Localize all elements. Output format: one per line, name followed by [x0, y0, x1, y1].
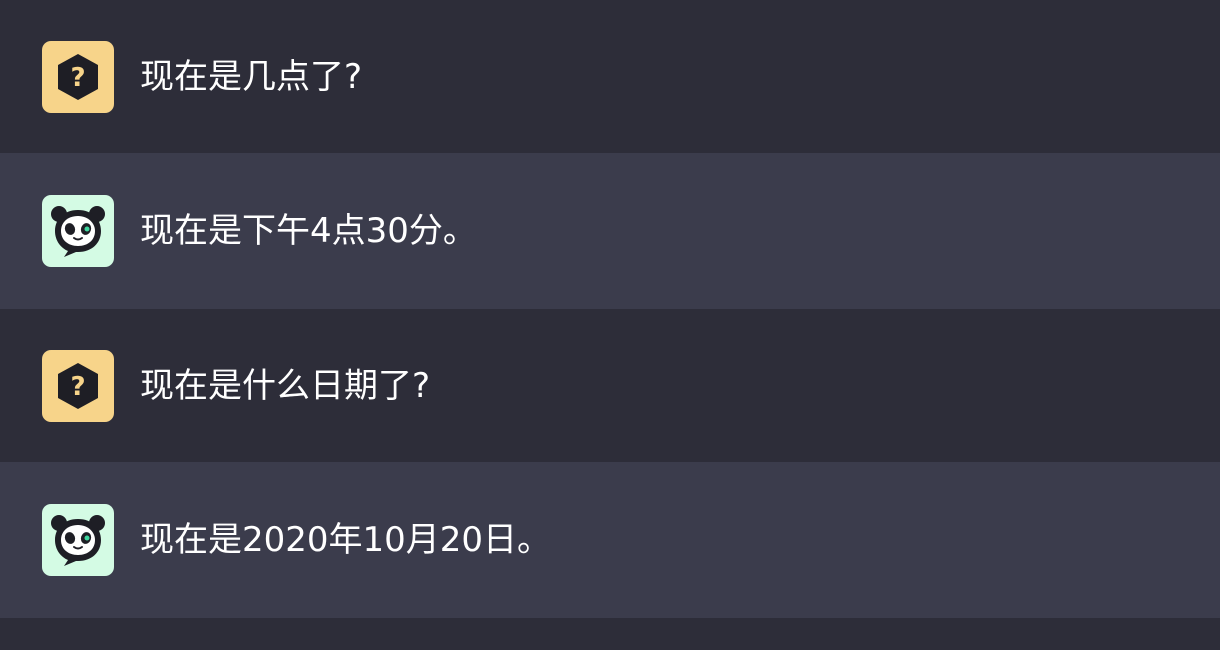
question-hexagon-icon: ?	[42, 40, 114, 113]
user-message-text: 现在是几点了?	[140, 56, 363, 97]
message-row-bot: 现在是2020年10月20日。	[0, 462, 1220, 618]
chat-bottom-spacer	[0, 618, 1220, 647]
panda-bubble-icon	[42, 504, 114, 576]
svg-text:?: ?	[70, 63, 85, 93]
user-message-text: 现在是什么日期了?	[140, 365, 431, 406]
message-row-bot: 现在是下午4点30分。	[0, 153, 1220, 309]
bot-message-text: 现在是下午4点30分。	[140, 211, 477, 251]
message-row-user: ? 现在是几点了?	[0, 0, 1220, 153]
chat-transcript: ? 现在是几点了? 现在是下午4点30分。 ? 现在是什么日期了? 现在是202…	[0, 0, 1220, 650]
bot-message-text: 现在是2020年10月20日。	[140, 520, 552, 560]
svg-text:?: ?	[70, 372, 85, 402]
panda-bubble-icon	[42, 195, 114, 267]
message-row-user: ? 现在是什么日期了?	[0, 309, 1220, 462]
question-hexagon-icon: ?	[42, 349, 114, 422]
